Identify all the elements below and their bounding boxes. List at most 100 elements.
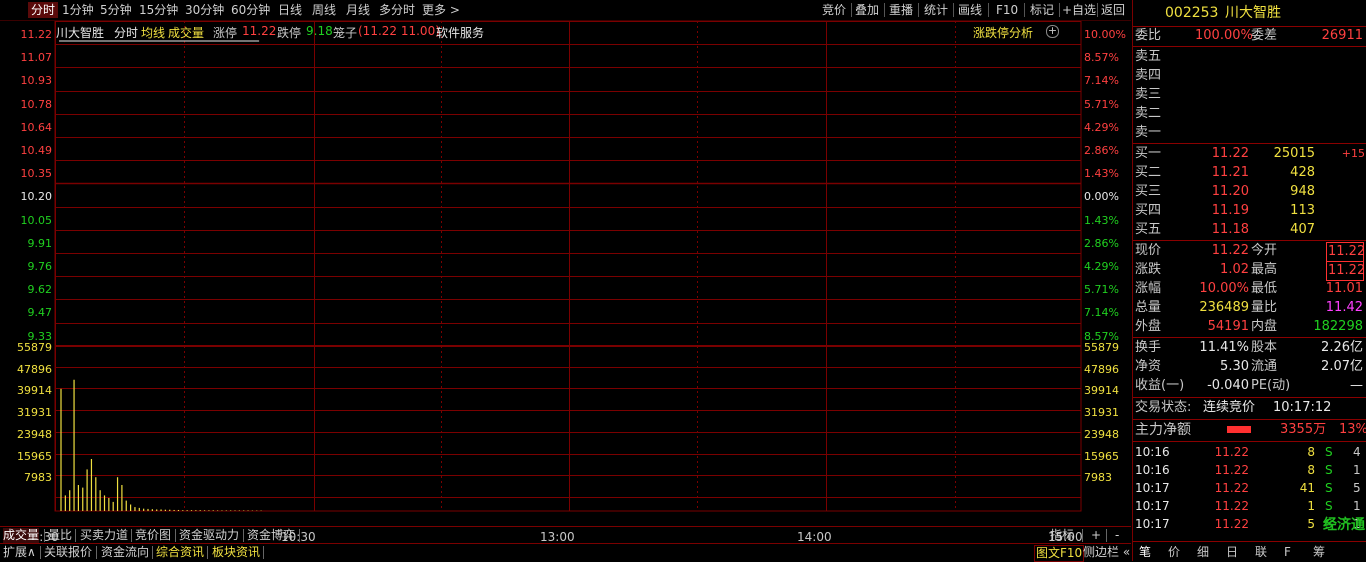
- back-button[interactable]: 返回: [1101, 2, 1125, 18]
- pct-tick: 2.86%: [1084, 144, 1119, 157]
- stat-value: 11.41%: [1199, 340, 1249, 355]
- tab-1min[interactable]: 1分钟: [62, 2, 94, 18]
- draw-button[interactable]: 画线: [958, 2, 982, 18]
- intraday-chart[interactable]: 川大智胜 分时 均线 成交量 涨停 11.22 跌停 9.18 笼子 (11.2…: [0, 21, 1131, 544]
- tab-related-quotes[interactable]: 关联报价: [44, 545, 92, 560]
- tick-side: S: [1325, 481, 1333, 495]
- overlay-button[interactable]: 叠加: [855, 2, 879, 18]
- expand-icon[interactable]: +: [1046, 25, 1059, 38]
- tick-price: 11.22: [1214, 463, 1249, 477]
- tab-intraday[interactable]: 分时: [28, 2, 59, 18]
- tab-volume[interactable]: 成交量: [3, 528, 40, 543]
- zoom-in-button[interactable]: +: [1091, 528, 1101, 543]
- bid-price: 11.20: [1211, 184, 1249, 199]
- pct-tick: 8.57%: [1084, 51, 1119, 65]
- tab-15min[interactable]: 15分钟: [139, 2, 178, 18]
- price-tick: 10.78: [20, 97, 53, 111]
- add-watchlist-button[interactable]: +自选: [1062, 2, 1096, 18]
- price-tick: 11.22: [20, 28, 53, 41]
- stat-label: 最低: [1251, 281, 1278, 296]
- bid-change: [1329, 164, 1365, 182]
- volume-tick-right: 23948: [1084, 427, 1119, 441]
- tab-monthly[interactable]: 月线: [346, 2, 370, 18]
- tick-price: 11.22: [1214, 481, 1249, 495]
- sidebar-toggle[interactable]: 侧边栏 «: [1083, 545, 1130, 560]
- stat-value: 11.42: [1325, 300, 1363, 315]
- tick-count: 1: [1353, 463, 1361, 477]
- bid-level-label: 买四: [1135, 203, 1162, 218]
- weibi-label: 委比: [1135, 28, 1162, 43]
- detail-tab[interactable]: 日: [1226, 543, 1238, 561]
- volume-tick-right: 47896: [1084, 362, 1119, 376]
- tab-30min[interactable]: 30分钟: [185, 2, 224, 18]
- zoom-out-button[interactable]: -: [1115, 528, 1119, 543]
- chart-frame: [54, 21, 1082, 512]
- stat-value: 11.22: [1211, 243, 1249, 258]
- tab-5min[interactable]: 5分钟: [100, 2, 132, 18]
- volume-tick-right: 31931: [1084, 406, 1119, 420]
- limit-analysis-link[interactable]: 涨跌停分析: [973, 24, 1033, 41]
- cage-value: (11.22 11.00): [358, 24, 440, 38]
- auction-button[interactable]: 竞价: [822, 2, 846, 18]
- indicator-button[interactable]: 指标: [1050, 528, 1074, 543]
- stat-label: 涨幅: [1135, 281, 1162, 296]
- industry-label[interactable]: 软件服务: [436, 24, 484, 41]
- tab-more[interactable]: 更多 >: [422, 2, 460, 18]
- price-tick: 9.47: [27, 306, 53, 320]
- stat-label: 股本: [1251, 340, 1278, 355]
- tick-time: 10:16: [1135, 463, 1170, 477]
- tick-volume: 1: [1307, 499, 1315, 513]
- chart-mode-label[interactable]: 分时: [114, 24, 138, 41]
- stat-value: 2.26亿: [1321, 340, 1363, 355]
- main-net-value: 3355万: [1280, 422, 1327, 437]
- tab-daily[interactable]: 日线: [278, 2, 302, 18]
- bid-change: [1329, 221, 1365, 239]
- chart-stock-name: 川大智胜: [56, 26, 105, 40]
- tab-auction-chart[interactable]: 竞价图: [135, 528, 171, 543]
- detail-tab[interactable]: 价: [1168, 543, 1180, 561]
- tab-weekly[interactable]: 周线: [312, 2, 336, 18]
- stat-label: PE(动): [1251, 378, 1291, 393]
- ask-level-label: 卖二: [1135, 106, 1162, 121]
- avg-line-label[interactable]: 均线: [141, 24, 165, 41]
- bid-level-label: 买三: [1135, 184, 1162, 199]
- stats-button[interactable]: 统计: [924, 2, 948, 18]
- pct-tick: 5.71%: [1084, 283, 1119, 297]
- f10-graphic-button[interactable]: 图文F10: [1034, 545, 1085, 562]
- tab-capital-drive[interactable]: 资金驱动力: [179, 528, 239, 543]
- quote-panel: 002253 川大智胜 委比 100.00% 委差 26911 卖五 卖四 卖三 卖二…: [1132, 0, 1366, 561]
- tab-capital-flow[interactable]: 资金流向: [101, 545, 149, 560]
- tab-sector-news[interactable]: 板块资讯: [212, 545, 260, 560]
- tab-capital-game[interactable]: 资金博弈: [247, 528, 295, 543]
- price-tick: 9.62: [27, 283, 53, 297]
- detail-tab[interactable]: F: [1284, 543, 1291, 561]
- volume-tick-left: 15965: [17, 449, 52, 463]
- tab-volume-ratio[interactable]: 量比: [48, 528, 72, 543]
- detail-tab[interactable]: 联: [1255, 543, 1267, 561]
- replay-button[interactable]: 重播: [889, 2, 913, 18]
- tab-buy-sell-force[interactable]: 买卖力道: [80, 528, 128, 543]
- f10-button[interactable]: F10: [996, 2, 1018, 18]
- price-tick: 10.35: [20, 167, 53, 181]
- detail-tab[interactable]: 筹: [1313, 543, 1325, 561]
- tab-news[interactable]: 综合资讯: [156, 545, 204, 560]
- volume-tick-right: 15965: [1084, 449, 1119, 463]
- stat-value: —: [1350, 378, 1363, 393]
- detail-tab[interactable]: 细: [1197, 543, 1209, 561]
- tick-side: S: [1325, 463, 1333, 477]
- mark-button[interactable]: 标记: [1030, 2, 1054, 18]
- extension-tabs: 扩展∧ 关联报价 资金流向 综合资讯 板块资讯 图文F10 侧边栏 «: [0, 543, 1131, 562]
- stat-value: 11.01: [1325, 281, 1363, 296]
- bid-price: 11.18: [1211, 222, 1249, 237]
- tick-count: 1: [1353, 499, 1361, 513]
- volume-label[interactable]: 成交量: [168, 24, 204, 41]
- tab-60min[interactable]: 60分钟: [231, 2, 270, 18]
- tab-multi-intraday[interactable]: 多分时: [379, 2, 415, 18]
- price-tick: 10.93: [20, 74, 53, 88]
- tick-time: 10:17: [1135, 517, 1170, 531]
- tick-time: 10:16: [1135, 445, 1170, 459]
- expand-toggle[interactable]: 扩展∧: [3, 545, 36, 560]
- detail-tab[interactable]: 笔: [1139, 543, 1151, 561]
- stat-value: 1.02: [1220, 262, 1249, 277]
- pct-tick: 10.00%: [1084, 28, 1126, 41]
